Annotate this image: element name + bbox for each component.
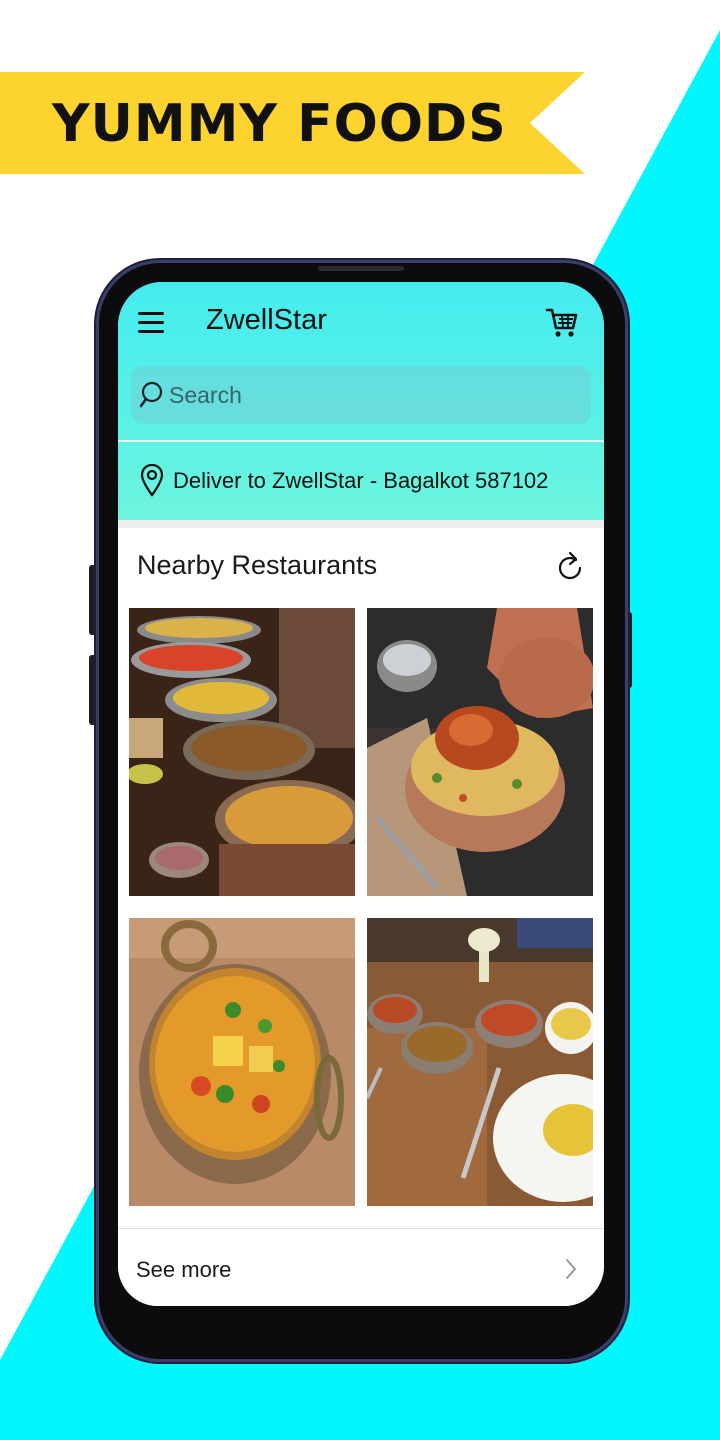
restaurant-tile[interactable] [367, 608, 593, 896]
paneer-curry-image [129, 918, 355, 1206]
biryani-chicken-image [367, 608, 593, 896]
refresh-icon[interactable] [556, 550, 584, 582]
app-title: ZwellStar [206, 304, 327, 336]
search-bar[interactable] [131, 366, 591, 424]
location-pin-icon [140, 463, 164, 497]
delivery-address[interactable]: Deliver to ZwellStar - Bagalkot 587102 [173, 468, 548, 494]
app-screen: ZwellStar Deliver to ZwellStar - Bagalko… [118, 282, 604, 1306]
restaurant-tile[interactable] [129, 918, 355, 1206]
banner-title: YUMMY FOODS [52, 94, 507, 154]
section-title: Nearby Restaurants [137, 550, 378, 580]
phone-earpiece [318, 266, 404, 271]
see-more-row[interactable]: See more [118, 1228, 604, 1306]
restaurant-tile[interactable] [129, 608, 355, 896]
search-icon [140, 381, 163, 408]
search-input[interactable] [169, 376, 569, 414]
header-divider [118, 440, 604, 442]
app-header: ZwellStar Deliver to ZwellStar - Bagalko… [118, 282, 604, 520]
restaurant-tile[interactable] [367, 918, 593, 1206]
cart-icon[interactable] [545, 306, 579, 340]
chevron-right-icon [566, 1259, 576, 1279]
see-more-label: See more [136, 1257, 232, 1282]
food-buffet-image [129, 608, 355, 896]
nearby-restaurants-card: Nearby Restaurants [118, 528, 604, 1228]
curry-table-image [367, 918, 593, 1206]
hamburger-menu-icon[interactable] [138, 312, 164, 334]
promo-banner: YUMMY FOODS [0, 72, 585, 174]
